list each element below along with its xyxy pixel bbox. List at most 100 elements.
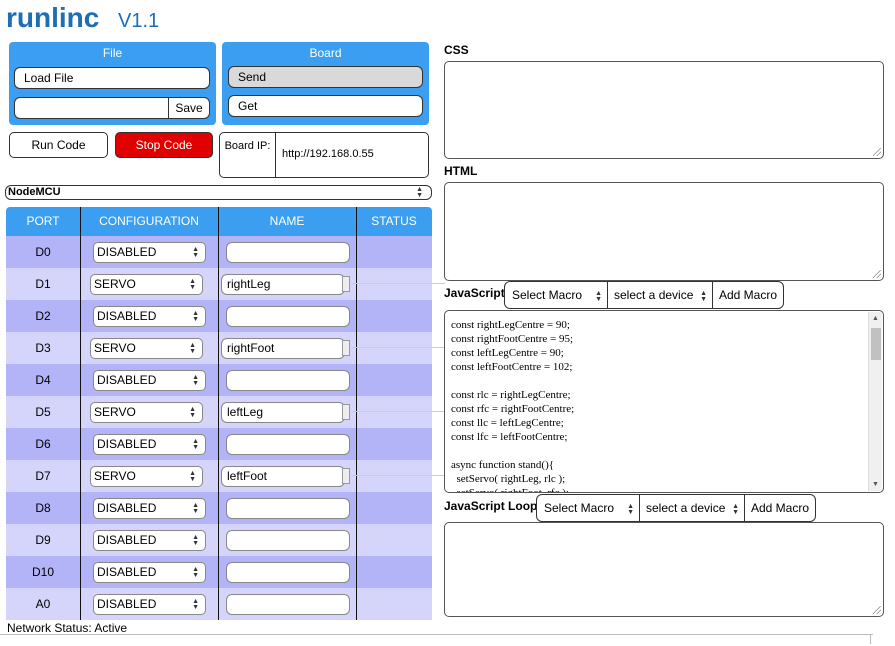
- select-arrows-icon: ▲ ▼: [192, 502, 199, 515]
- servo-slider-track: [352, 347, 445, 348]
- scroll-up-icon[interactable]: ▲: [872, 315, 879, 322]
- configuration-value: SERVO: [94, 277, 136, 291]
- board-ip-input[interactable]: http://192.168.0.55: [282, 148, 374, 160]
- configuration-select[interactable]: DISABLED ▲ ▼: [93, 434, 206, 455]
- configuration-select[interactable]: DISABLED ▲ ▼: [93, 498, 206, 519]
- column-divider: [218, 332, 219, 364]
- column-divider: [80, 236, 81, 268]
- configuration-value: DISABLED: [97, 501, 157, 515]
- header-configuration: CONFIGURATION: [99, 214, 199, 228]
- column-divider: [80, 396, 81, 428]
- configuration-select[interactable]: DISABLED ▲ ▼: [93, 594, 206, 615]
- header-divider: [218, 207, 219, 236]
- load-file-button[interactable]: Load File: [14, 67, 210, 89]
- editor-scrollbar[interactable]: ▲ ▼: [868, 312, 882, 491]
- configuration-value: DISABLED: [97, 565, 157, 579]
- column-divider: [218, 268, 219, 300]
- loop-device-select[interactable]: select a device ▲ ▼: [639, 495, 744, 521]
- send-button[interactable]: Send: [228, 66, 423, 88]
- header-status: STATUS: [371, 214, 417, 228]
- loop-macro-select[interactable]: Select Macro ▲ ▼: [537, 495, 639, 521]
- servo-slider-handle[interactable]: [342, 404, 350, 420]
- name-input[interactable]: rightLeg: [221, 274, 345, 295]
- table-row: D10 DISABLED ▲ ▼: [6, 556, 432, 588]
- loop-add-macro-button[interactable]: Add Macro: [744, 495, 815, 521]
- javascript-editor[interactable]: const rightLegCentre = 90; const rightFoo…: [444, 310, 884, 493]
- column-divider: [218, 396, 219, 428]
- get-button[interactable]: Get: [228, 95, 423, 117]
- html-label: HTML: [444, 164, 478, 178]
- select-arrows-icon: ▲ ▼: [192, 566, 199, 579]
- name-input[interactable]: [226, 594, 350, 615]
- servo-slider-handle[interactable]: [342, 468, 350, 484]
- configuration-select[interactable]: DISABLED ▲ ▼: [93, 306, 206, 327]
- scroll-down-icon[interactable]: ▼: [872, 481, 879, 488]
- name-input[interactable]: [226, 562, 350, 583]
- column-divider: [218, 460, 219, 492]
- servo-slider-track: [352, 411, 445, 412]
- table-row: D1 SERVO ▲ ▼ rightLeg: [6, 268, 445, 300]
- table-row: D2 DISABLED ▲ ▼: [6, 300, 432, 332]
- run-code-button[interactable]: Run Code: [9, 132, 108, 158]
- resize-grip-icon[interactable]: [873, 148, 881, 156]
- js-add-macro-button[interactable]: Add Macro: [712, 282, 783, 308]
- select-arrows-icon: ▲ ▼: [189, 406, 196, 419]
- css-editor[interactable]: [444, 61, 884, 159]
- name-input[interactable]: rightFoot: [221, 338, 345, 359]
- configuration-select[interactable]: DISABLED ▲ ▼: [93, 562, 206, 583]
- configuration-select[interactable]: DISABLED ▲ ▼: [93, 242, 206, 263]
- js-device-select-value: select a device: [614, 288, 694, 302]
- port-cell: D9: [35, 533, 51, 547]
- name-input[interactable]: leftFoot: [221, 466, 345, 487]
- column-divider: [80, 492, 81, 524]
- column-divider: [218, 588, 219, 620]
- js-device-select[interactable]: select a device ▲ ▼: [607, 282, 712, 308]
- code-line: const leftLegCentre = 90;: [451, 347, 564, 359]
- board-type-value: NodeMCU: [8, 186, 61, 198]
- header-port: PORT: [26, 214, 60, 228]
- board-type-select[interactable]: NodeMCU ▲ ▼: [5, 185, 432, 200]
- select-arrows-icon: ▲ ▼: [192, 598, 199, 611]
- configuration-value: DISABLED: [97, 597, 157, 611]
- filename-input[interactable]: [14, 97, 169, 119]
- configuration-select[interactable]: DISABLED ▲ ▼: [93, 370, 206, 391]
- configuration-value: DISABLED: [97, 373, 157, 387]
- table-row: D7 SERVO ▲ ▼ leftFoot: [6, 460, 445, 492]
- resize-grip-icon[interactable]: [873, 270, 881, 278]
- column-divider: [218, 300, 219, 332]
- javascript-loop-editor[interactable]: [444, 522, 884, 617]
- select-arrows-icon: ▲ ▼: [192, 246, 199, 259]
- code-line: const leftFootCentre = 102;: [451, 361, 573, 373]
- name-input[interactable]: leftLeg: [221, 402, 345, 423]
- select-arrows-icon: ▲ ▼: [732, 503, 739, 516]
- name-input[interactable]: [226, 498, 350, 519]
- name-input[interactable]: [226, 434, 350, 455]
- name-input[interactable]: [226, 306, 350, 327]
- column-divider: [356, 396, 357, 428]
- configuration-select[interactable]: SERVO ▲ ▼: [90, 274, 203, 295]
- scroll-thumb[interactable]: [871, 328, 881, 360]
- servo-slider-handle[interactable]: [342, 340, 350, 356]
- configuration-select[interactable]: SERVO ▲ ▼: [90, 466, 203, 487]
- resize-grip-icon[interactable]: [873, 606, 881, 614]
- configuration-select[interactable]: DISABLED ▲ ▼: [93, 530, 206, 551]
- save-button[interactable]: Save: [168, 97, 210, 119]
- board-ip-label: Board IP:: [224, 140, 271, 152]
- stop-code-button[interactable]: Stop Code: [115, 132, 213, 158]
- js-macro-select[interactable]: Select Macro ▲ ▼: [505, 282, 607, 308]
- servo-slider-handle[interactable]: [342, 276, 350, 292]
- configuration-select[interactable]: SERVO ▲ ▼: [90, 402, 203, 423]
- configuration-value: SERVO: [94, 405, 136, 419]
- code-line: const llc = leftLegCentre;: [451, 417, 564, 429]
- name-input[interactable]: [226, 530, 350, 551]
- select-arrows-icon: ▲ ▼: [416, 186, 423, 199]
- name-input[interactable]: [226, 370, 350, 391]
- select-arrows-icon: ▲ ▼: [192, 438, 199, 451]
- select-arrows-icon: ▲ ▼: [192, 310, 199, 323]
- name-input[interactable]: [226, 242, 350, 263]
- board-panel-title: Board: [309, 46, 342, 60]
- configuration-select[interactable]: SERVO ▲ ▼: [90, 338, 203, 359]
- html-editor[interactable]: [444, 182, 884, 281]
- column-divider: [80, 364, 81, 396]
